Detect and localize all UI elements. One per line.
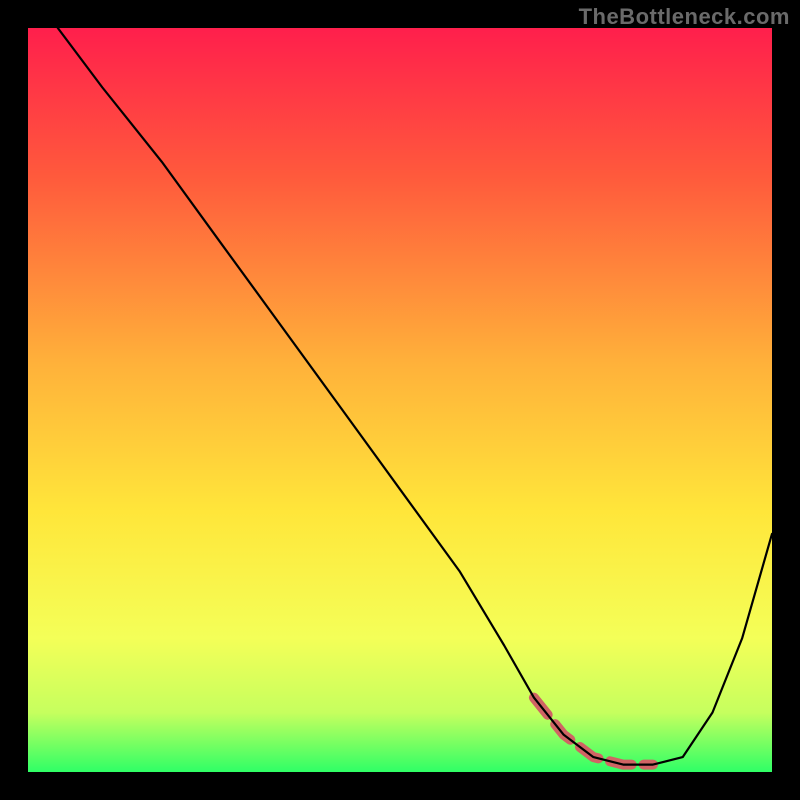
plot-background [28,28,772,772]
chart-svg [28,28,772,772]
chart-stage: TheBottleneck.com [0,0,800,800]
watermark-text: TheBottleneck.com [579,4,790,30]
